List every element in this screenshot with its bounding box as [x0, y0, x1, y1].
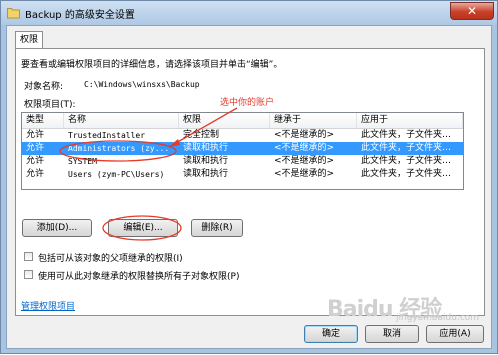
annotation-overlay — [59, 107, 238, 241]
highlight-ellipse-selected-row — [59, 140, 177, 162]
advanced-security-dialog: Backup 的高级安全设置 ✕ 权限 要查看或编辑权限项目的详细信息，请选择该… — [0, 0, 498, 354]
annotation-arrow — [168, 107, 238, 148]
arrow-head-icon — [169, 139, 180, 147]
highlight-ellipse-edit-button — [102, 215, 182, 241]
